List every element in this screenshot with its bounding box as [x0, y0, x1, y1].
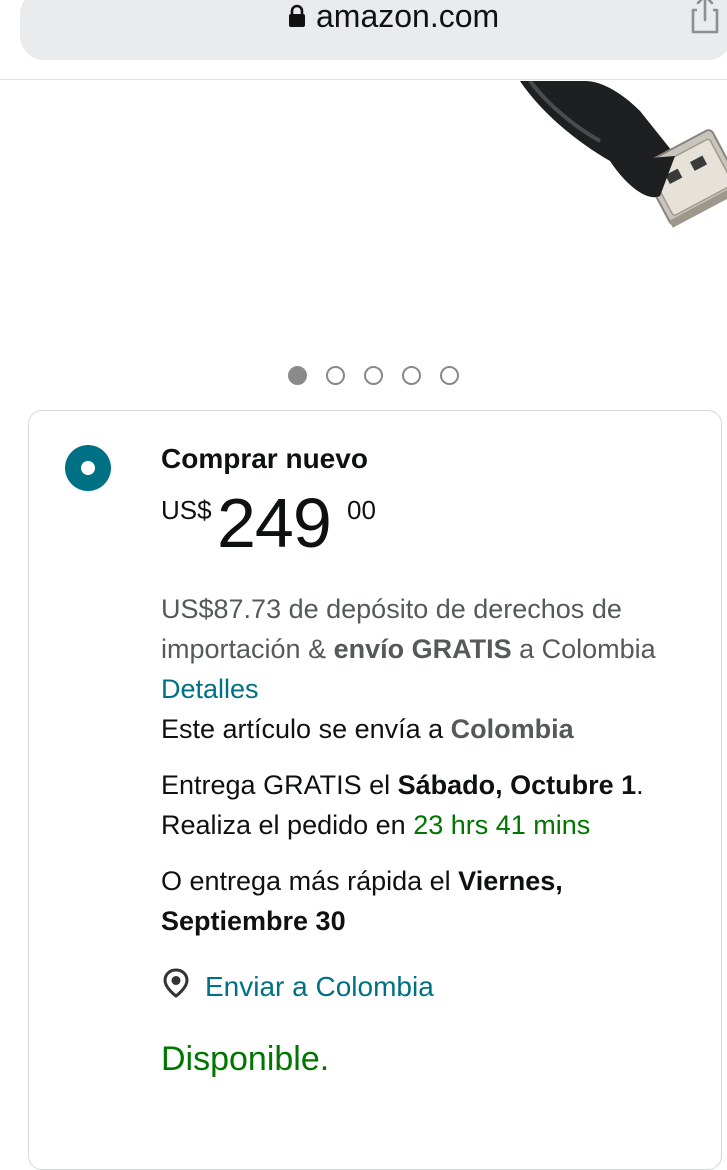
carousel-dot[interactable]: [364, 366, 383, 385]
carousel-indicator: [288, 366, 459, 385]
delivery-message: Entrega GRATIS el Sábado, Octubre 1. Rea…: [161, 765, 706, 845]
details-link[interactable]: Detalles: [161, 674, 259, 704]
url-text: amazon.com: [316, 0, 500, 34]
availability-status: Disponible.: [161, 1040, 330, 1078]
location-pin-icon: [161, 967, 191, 1006]
product-image[interactable]: [0, 81, 727, 351]
ships-to-country: Colombia: [450, 714, 574, 744]
price-whole: 249: [217, 484, 332, 562]
url-display[interactable]: amazon.com: [288, 0, 499, 36]
address-bar[interactable]: amazon.com: [20, 0, 727, 60]
order-countdown: 23 hrs 41 mins: [413, 810, 591, 840]
fast-delivery-prefix: O entrega más rápida el: [161, 866, 459, 896]
delivery-date: Sábado, Octubre 1: [397, 770, 637, 800]
buy-box-option[interactable]: Comprar nuevo US$ 249 00 US$87.73 de dep…: [28, 410, 722, 1170]
buy-new-radio[interactable]: [65, 445, 111, 491]
fastest-delivery-message: O entrega más rápida el Viernes, Septiem…: [161, 861, 706, 941]
free-shipping-text: envío GRATIS: [333, 634, 512, 664]
buy-box-content: Comprar nuevo US$ 249 00 US$87.73 de dep…: [161, 441, 706, 1079]
browser-top-bar: amazon.com: [0, 0, 727, 80]
carousel-dot[interactable]: [402, 366, 421, 385]
shipping-fee-info: US$87.73 de depósito de derechos de impo…: [161, 589, 706, 749]
destination-text: a Colombia: [511, 634, 656, 664]
option-title: Comprar nuevo: [161, 443, 368, 474]
ship-to-location[interactable]: Enviar a Colombia: [161, 967, 706, 1006]
carousel-dot[interactable]: [440, 366, 459, 385]
carousel-dot[interactable]: [288, 366, 307, 385]
ship-to-link[interactable]: Enviar a Colombia: [205, 971, 434, 1003]
lock-icon: [288, 4, 306, 28]
share-icon[interactable]: [685, 0, 725, 36]
delivery-prefix: Entrega GRATIS el: [161, 770, 398, 800]
price-currency: US$: [161, 495, 212, 525]
ships-to-prefix: Este artículo se envía a: [161, 714, 451, 744]
usb-cable-image: [520, 81, 727, 228]
price-fraction: 00: [347, 495, 376, 525]
carousel-dot[interactable]: [326, 366, 345, 385]
price: US$ 249 00: [161, 484, 706, 567]
